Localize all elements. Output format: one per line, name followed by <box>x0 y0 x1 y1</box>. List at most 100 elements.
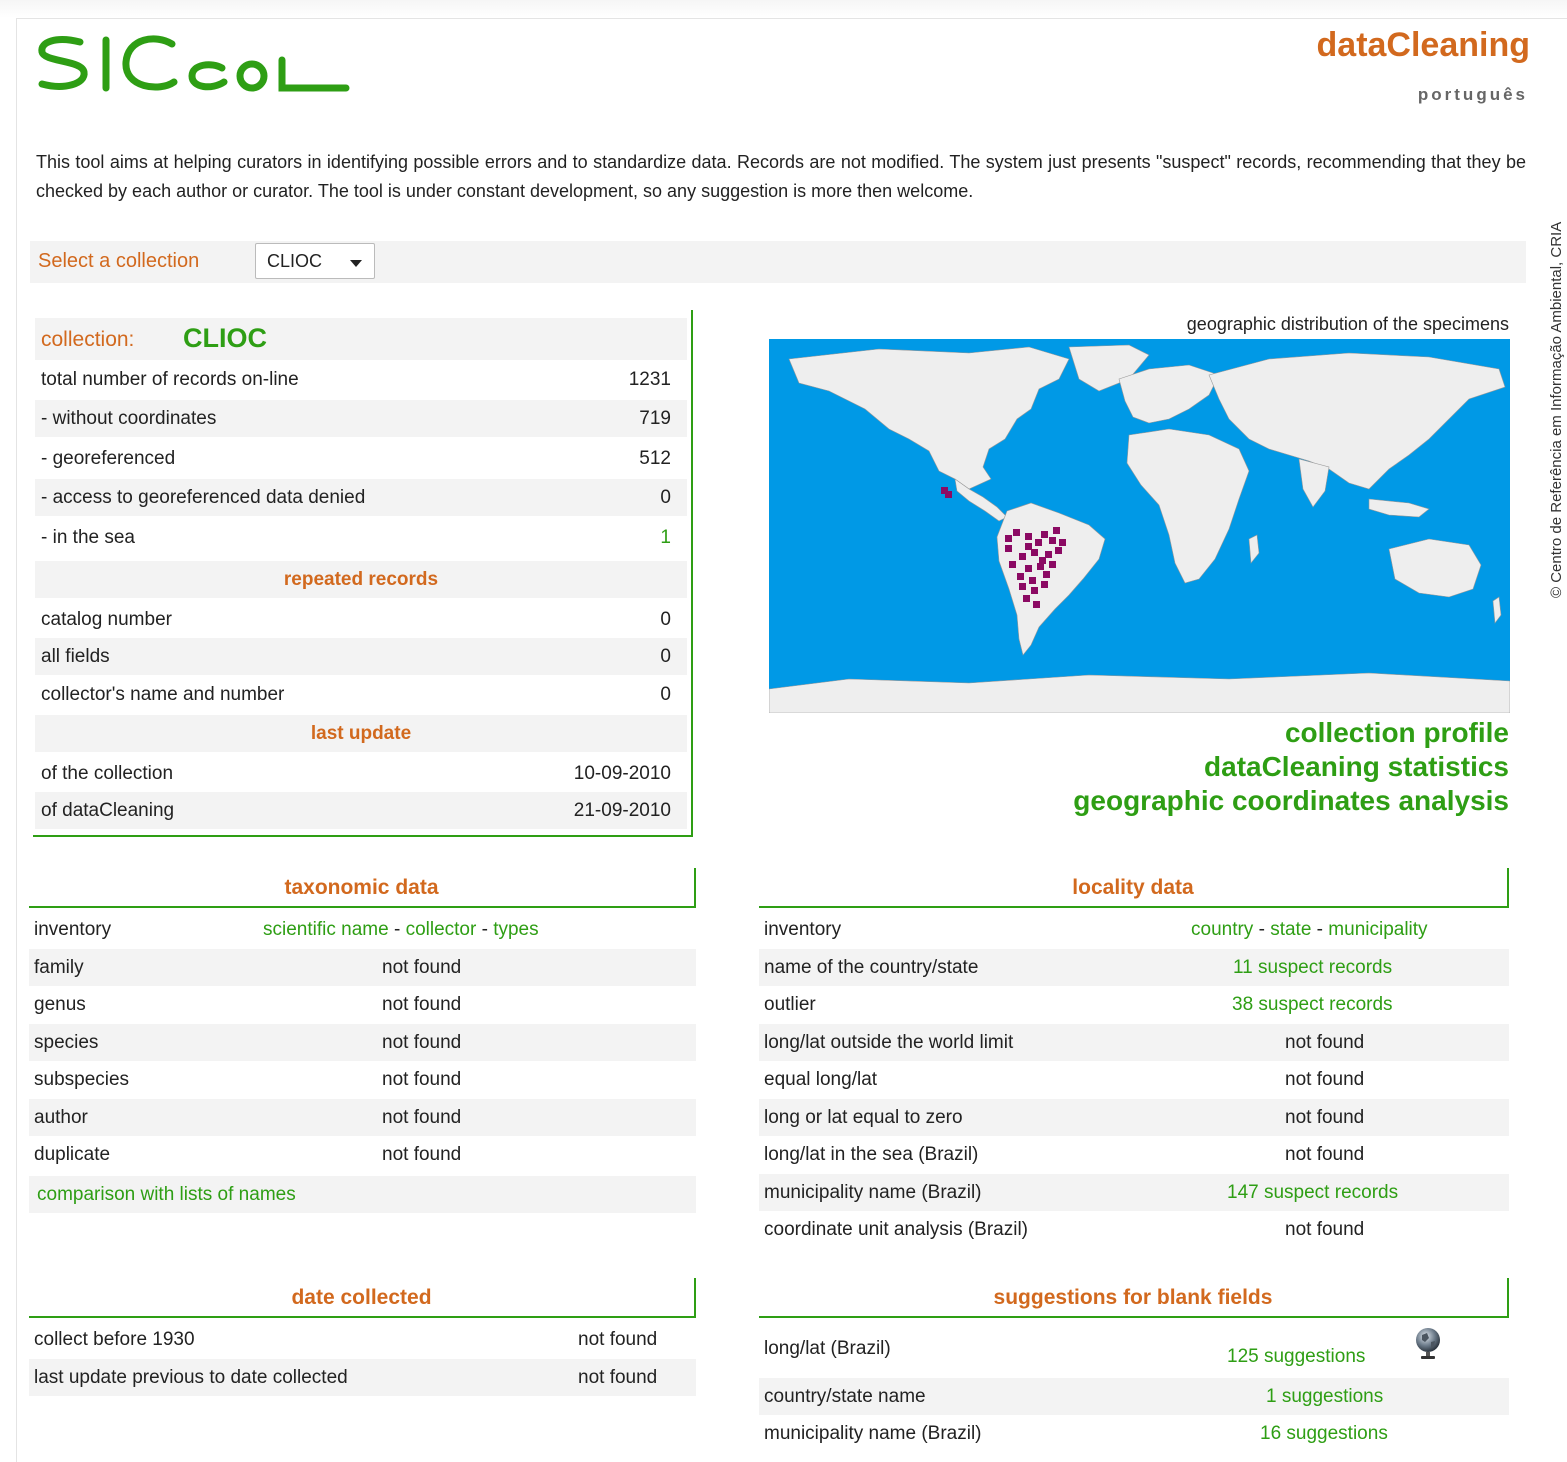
row-label: genus <box>34 994 86 1015</box>
stat-row: catalog number 0 <box>35 601 687 638</box>
inventory-label: inventory <box>764 919 842 940</box>
specimen-point <box>1031 549 1038 556</box>
stat-label: catalog number <box>41 609 172 630</box>
stat-label: - without coordinates <box>41 408 217 429</box>
stat-row: - access to georeferenced data denied 0 <box>35 479 687 516</box>
stat-value: 0 <box>660 684 671 705</box>
language-link[interactable]: português <box>1418 85 1528 105</box>
collection-select-bar: Select a collection CLIOC <box>30 241 1526 283</box>
table-row: long/lat (Brazil) 125 suggestions <box>759 1324 1509 1376</box>
scientific-name-link[interactable]: scientific name <box>263 919 389 940</box>
row-label: outlier <box>764 994 816 1015</box>
row-value: not found <box>382 1144 462 1165</box>
specimen-point <box>1025 565 1032 572</box>
world-distribution-map[interactable] <box>769 339 1510 713</box>
chevron-down-icon <box>350 260 362 267</box>
collection-dropdown[interactable]: CLIOC <box>255 243 375 279</box>
specimen-point <box>945 491 952 498</box>
specimen-point <box>1049 537 1056 544</box>
collection-dropdown-value: CLIOC <box>267 251 323 271</box>
collector-link[interactable]: collector <box>406 919 477 940</box>
row-value: not found <box>1285 1032 1365 1053</box>
row-label: family <box>34 957 84 978</box>
row-label: author <box>34 1107 88 1128</box>
section-heading: locality data <box>759 868 1509 908</box>
table-row: last update previous to date collected n… <box>29 1359 696 1396</box>
stat-row: - georeferenced 512 <box>35 440 687 477</box>
globe-icon[interactable] <box>1413 1326 1443 1360</box>
comparison-row: comparison with lists of names <box>29 1176 696 1213</box>
stat-value: 0 <box>660 609 671 630</box>
repeated-records-heading: repeated records <box>35 561 687 598</box>
select-collection-label: Select a collection <box>38 250 200 272</box>
row-label: duplicate <box>34 1144 111 1165</box>
row-value: not found <box>578 1329 658 1350</box>
suggestions-link[interactable]: 125 suggestions <box>1227 1346 1365 1368</box>
stat-label: collector's name and number <box>41 684 285 705</box>
row-label: collect before 1930 <box>34 1329 195 1350</box>
stat-label: - georeferenced <box>41 448 176 469</box>
datacleaning-statistics-link[interactable]: dataCleaning statistics <box>1073 750 1509 784</box>
suspect-records-link[interactable]: 38 suspect records <box>1232 994 1393 1016</box>
stat-row: of the collection 10-09-2010 <box>35 755 687 792</box>
row-value: not found <box>382 994 462 1015</box>
section-heading: taxonomic data <box>29 868 696 908</box>
map-caption: geographic distribution of the specimens <box>1186 314 1509 334</box>
comparison-with-lists-link[interactable]: comparison with lists of names <box>37 1184 296 1206</box>
specimen-point <box>1055 547 1062 554</box>
specimen-point <box>1049 561 1056 568</box>
specimen-point <box>1025 533 1032 540</box>
table-row: long/lat in the sea (Brazil) not found <box>759 1136 1509 1173</box>
table-row: coordinate unit analysis (Brazil) not fo… <box>759 1211 1509 1248</box>
specimen-point <box>1005 545 1012 552</box>
row-value: not found <box>1285 1144 1365 1165</box>
suspect-records-link[interactable]: 147 suspect records <box>1227 1182 1398 1204</box>
stat-label: - access to georeferenced data denied <box>41 487 366 508</box>
row-label: species <box>34 1032 99 1053</box>
specimen-point <box>1041 531 1048 538</box>
collection-title-row: collection: CLIOC <box>35 318 687 360</box>
specimen-point <box>1033 601 1040 608</box>
suspect-records-link[interactable]: 11 suspect records <box>1233 957 1392 979</box>
specimen-point <box>1019 553 1026 560</box>
stat-value: 512 <box>639 448 671 469</box>
row-label: coordinate unit analysis (Brazil) <box>764 1219 1029 1240</box>
row-value: not found <box>382 957 462 978</box>
geographic-coordinates-analysis-link[interactable]: geographic coordinates analysis <box>1073 784 1509 818</box>
collection-label: collection: <box>41 328 135 351</box>
stat-value: 0 <box>660 646 671 667</box>
inventory-row: inventory scientific name - collector - … <box>29 911 696 948</box>
stat-label: of the collection <box>41 763 174 784</box>
specimen-point <box>1041 581 1048 588</box>
specimen-point <box>1053 527 1060 534</box>
types-link[interactable]: types <box>493 919 538 940</box>
row-value: not found <box>382 1032 462 1053</box>
row-label: municipality name (Brazil) <box>764 1423 982 1444</box>
suggestions-link[interactable]: 1 suggestions <box>1266 1386 1383 1408</box>
table-row: author not found <box>29 1099 696 1136</box>
suggestions-link[interactable]: 16 suggestions <box>1260 1423 1388 1445</box>
stat-label: total number of records on-line <box>41 369 299 390</box>
specimen-point <box>1005 535 1012 542</box>
stat-row: all fields 0 <box>35 638 687 675</box>
row-label: country/state name <box>764 1386 926 1407</box>
row-label: long or lat equal to zero <box>764 1107 963 1128</box>
map-links: collection profile dataCleaning statisti… <box>1073 716 1509 818</box>
collection-profile-link[interactable]: collection profile <box>1073 716 1509 750</box>
state-link[interactable]: state <box>1270 919 1311 940</box>
last-update-heading: last update <box>35 715 687 752</box>
inventory-links: country - state - municipality <box>1191 919 1428 940</box>
country-link[interactable]: country <box>1191 919 1253 940</box>
in-sea-count-link[interactable]: 1 <box>660 527 671 549</box>
row-label: last update previous to date collected <box>34 1367 348 1388</box>
stat-label: all fields <box>41 646 110 667</box>
collection-summary: collection: CLIOC total number of record… <box>33 310 693 837</box>
top-shadow <box>0 0 1567 18</box>
specimen-point <box>1017 573 1024 580</box>
table-row: equal long/lat not found <box>759 1061 1509 1098</box>
row-value: not found <box>1285 1219 1365 1240</box>
municipality-link[interactable]: municipality <box>1328 919 1427 940</box>
stat-row: - without coordinates 719 <box>35 400 687 437</box>
specimen-point <box>1025 543 1032 550</box>
table-row: outlier 38 suspect records <box>759 986 1509 1023</box>
